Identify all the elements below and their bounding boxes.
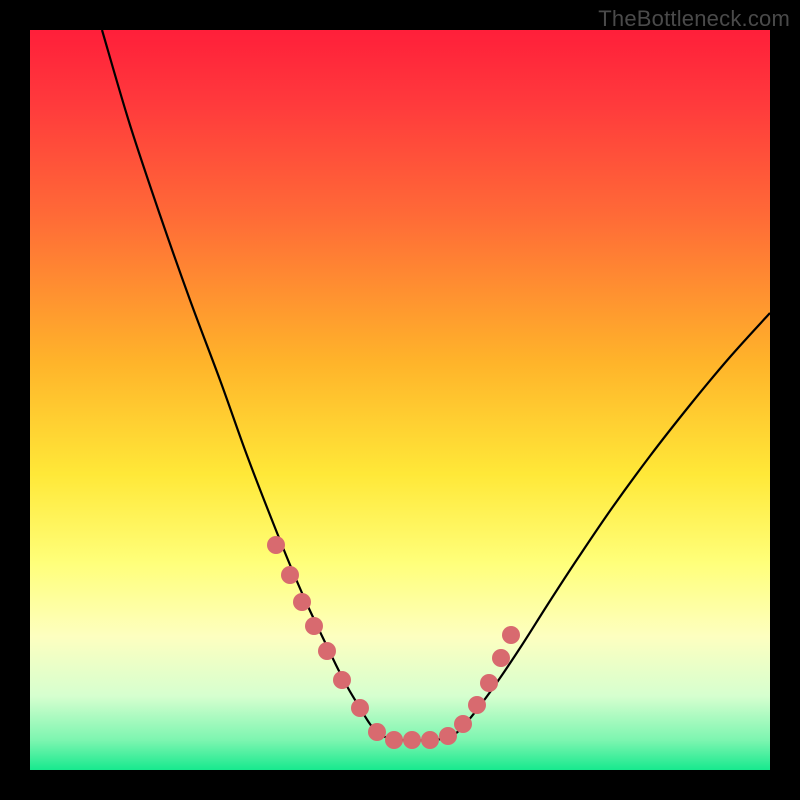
marker-dots-group xyxy=(267,536,520,749)
marker-dot xyxy=(368,723,386,741)
chart-frame xyxy=(30,30,770,770)
watermark-text: TheBottleneck.com xyxy=(598,6,790,32)
marker-dot xyxy=(468,696,486,714)
marker-dot xyxy=(454,715,472,733)
bottleneck-curve xyxy=(102,30,770,740)
marker-dot xyxy=(318,642,336,660)
marker-dot xyxy=(492,649,510,667)
marker-dot xyxy=(439,727,457,745)
marker-dot xyxy=(333,671,351,689)
marker-dot xyxy=(421,731,439,749)
marker-dot xyxy=(502,626,520,644)
marker-dot xyxy=(385,731,403,749)
marker-dot xyxy=(305,617,323,635)
marker-dot xyxy=(281,566,299,584)
marker-dot xyxy=(293,593,311,611)
marker-dot xyxy=(351,699,369,717)
marker-dot xyxy=(480,674,498,692)
curve-layer xyxy=(30,30,770,770)
marker-dot xyxy=(267,536,285,554)
marker-dot xyxy=(403,731,421,749)
